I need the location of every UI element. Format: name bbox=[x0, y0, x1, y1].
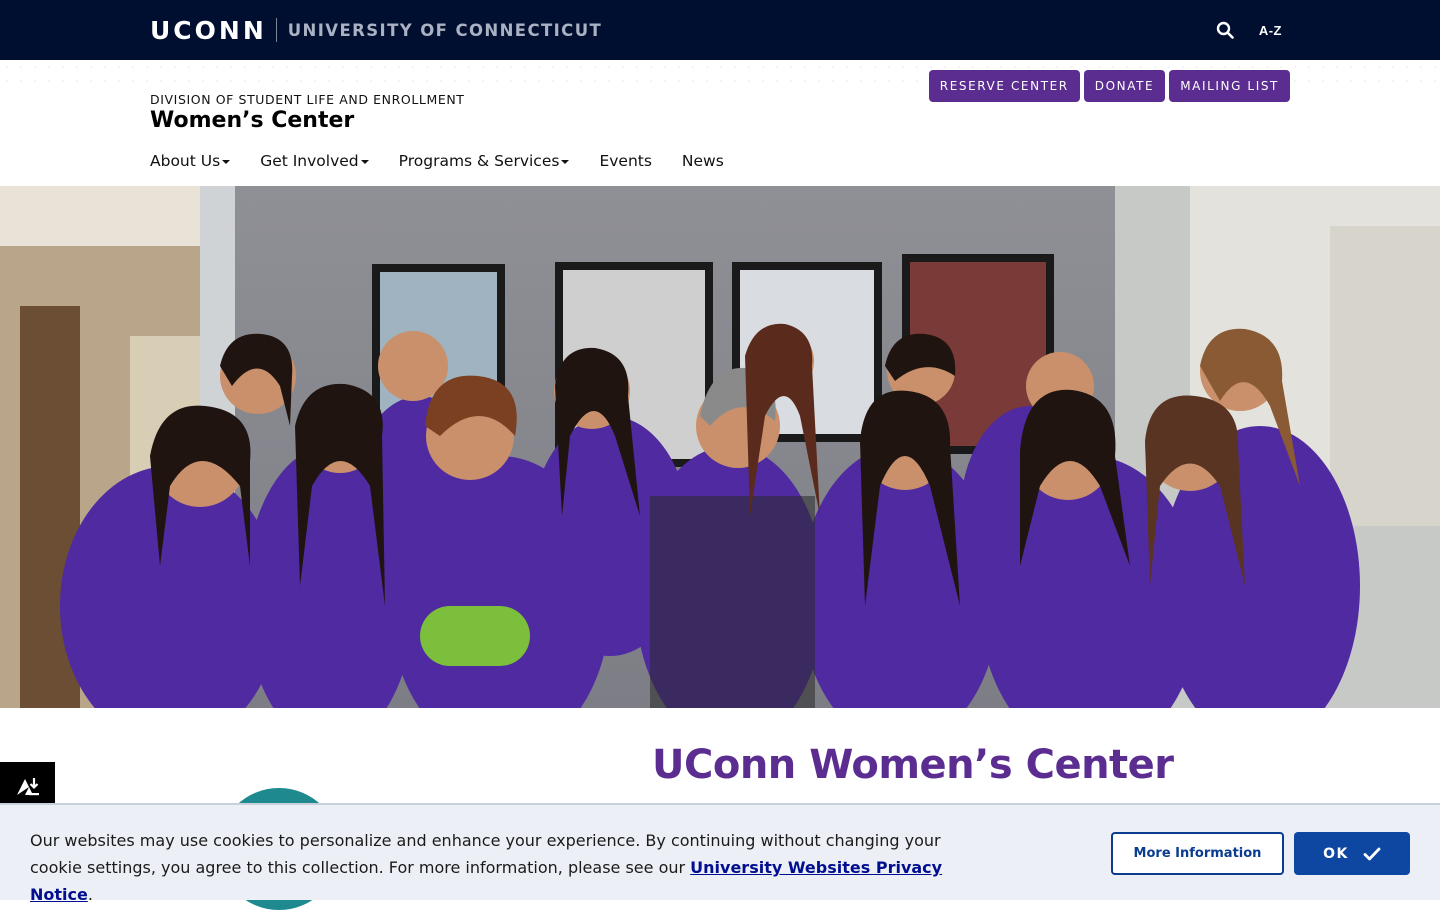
nav-item-about-us[interactable]: About Us bbox=[150, 152, 231, 170]
nav-item-label: Get Involved bbox=[260, 152, 359, 170]
site-header: RESERVE CENTER DONATE MAILING LIST DIVIS… bbox=[0, 60, 1440, 186]
cookie-message: Our websites may use cookies to personal… bbox=[30, 827, 990, 908]
download-icon bbox=[16, 778, 39, 796]
division-name[interactable]: DIVISION OF STUDENT LIFE AND ENROLLMENT bbox=[150, 92, 465, 107]
main-navigation: About Us Get Involved Programs & Service… bbox=[150, 152, 754, 170]
wordmark-divider bbox=[275, 18, 277, 42]
mailing-list-button[interactable]: MAILING LIST bbox=[1169, 70, 1290, 102]
cookie-text-after: . bbox=[87, 885, 93, 904]
ok-button-label: OK bbox=[1323, 845, 1349, 862]
donate-button[interactable]: DONATE bbox=[1083, 70, 1166, 102]
cookie-banner: Our websites may use cookies to personal… bbox=[0, 803, 1440, 904]
topbar-tools: A-Z bbox=[1213, 18, 1282, 42]
ok-button[interactable]: OK bbox=[1294, 832, 1410, 875]
caret-down-icon bbox=[360, 160, 369, 164]
nav-item-events[interactable]: Events bbox=[599, 152, 651, 170]
uconn-logo-text: UCONN bbox=[150, 15, 267, 45]
uconn-wordmark[interactable]: UCONN UNIVERSITY OF CONNECTICUT bbox=[150, 15, 603, 45]
utility-links: RESERVE CENTER DONATE MAILING LIST bbox=[928, 70, 1290, 102]
nav-item-get-involved[interactable]: Get Involved bbox=[260, 152, 369, 170]
a-z-index-link[interactable]: A-Z bbox=[1259, 23, 1282, 38]
more-information-button[interactable]: More Information bbox=[1111, 832, 1284, 875]
search-icon[interactable] bbox=[1213, 18, 1237, 42]
caret-down-icon bbox=[222, 160, 231, 164]
nav-item-label: News bbox=[681, 152, 724, 170]
nav-item-label: Programs & Services bbox=[398, 152, 560, 170]
checkmark-icon bbox=[1363, 847, 1381, 860]
nav-item-news[interactable]: News bbox=[682, 152, 724, 170]
caret-down-icon bbox=[561, 160, 570, 164]
reserve-center-button[interactable]: RESERVE CENTER bbox=[928, 70, 1080, 102]
nav-item-label: Events bbox=[599, 152, 652, 170]
site-title[interactable]: Women’s Center bbox=[150, 108, 354, 133]
university-name: UNIVERSITY OF CONNECTICUT bbox=[287, 20, 603, 40]
hero-group-photo bbox=[0, 186, 1440, 708]
university-topbar: UCONN UNIVERSITY OF CONNECTICUT A-Z bbox=[0, 0, 1440, 60]
nav-item-programs-services[interactable]: Programs & Services bbox=[399, 152, 570, 170]
nav-item-label: About Us bbox=[150, 152, 221, 170]
page-heading: UConn Women’s Center bbox=[652, 742, 1174, 788]
